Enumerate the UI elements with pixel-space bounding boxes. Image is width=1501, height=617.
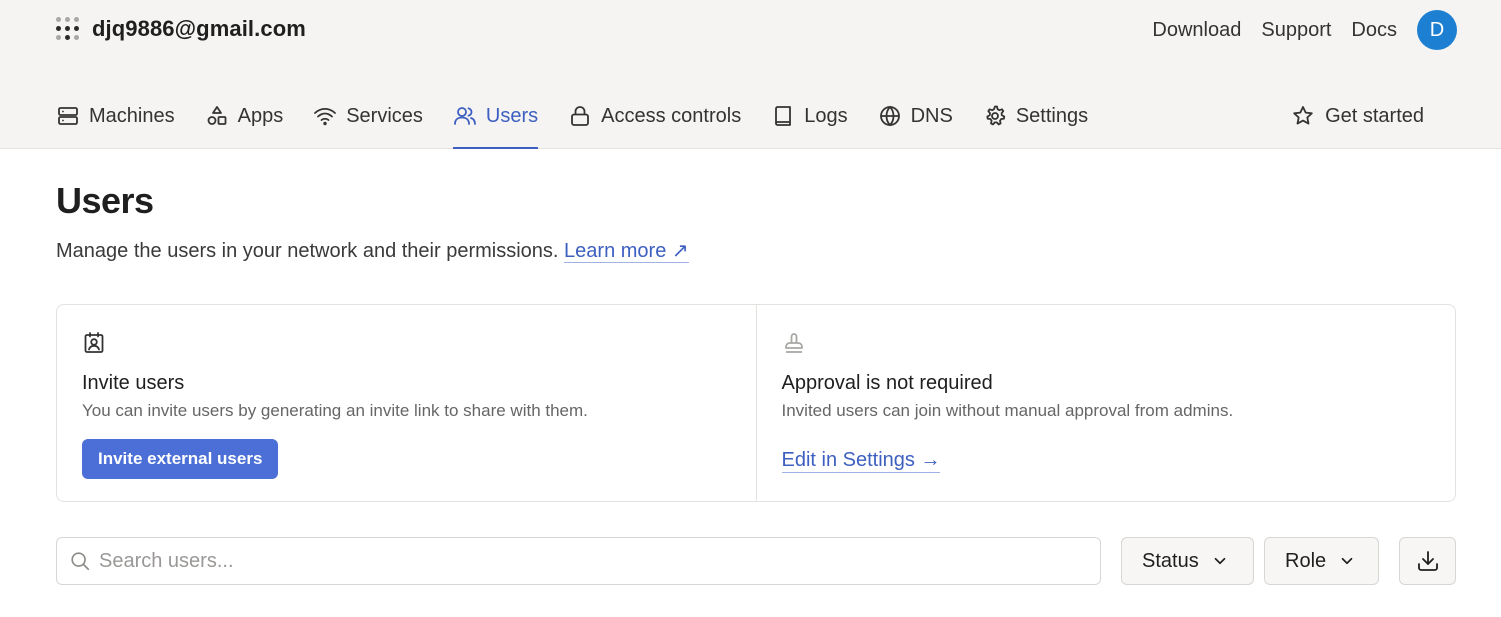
book-icon (775, 106, 792, 126)
nav-item-dns[interactable]: DNS (878, 97, 953, 149)
info-cards: Invite users You can invite users by gen… (56, 304, 1456, 502)
approval-text: Invited users can join without manual ap… (781, 401, 1234, 420)
get-started-button[interactable]: Get started (1291, 97, 1424, 135)
nav-item-logs[interactable]: Logs (771, 97, 848, 149)
account-email: djq9886@gmail.com (92, 16, 306, 41)
tailscale-logo-icon (56, 17, 80, 41)
users-toolbar: Status Role (56, 537, 1456, 585)
download-icon (1417, 551, 1438, 571)
approval-card: Approval is not required Invited users c… (755, 305, 1456, 501)
account-switcher[interactable]: djq9886@gmail.com (56, 16, 306, 42)
nav-label: Services (346, 104, 423, 127)
search-icon (71, 552, 90, 571)
get-started-label: Get started (1325, 104, 1424, 127)
nav-label: Users (485, 104, 539, 127)
nav-label: Logs (804, 104, 848, 127)
status-filter-label: Status (1142, 549, 1199, 572)
star-icon (1293, 106, 1313, 125)
globe-icon (879, 105, 900, 127)
nav-label: Access controls (601, 104, 742, 127)
lock-icon (571, 106, 590, 126)
learn-more-link[interactable]: Learn more ↗ (564, 240, 689, 263)
nav-label: Machines (89, 104, 175, 127)
invite-users-card: Invite users You can invite users by gen… (57, 305, 756, 501)
server-icon (58, 107, 78, 125)
chevron-down-icon (1341, 557, 1353, 565)
nav-item-apps[interactable]: Apps (205, 97, 284, 149)
description-text: Manage the users in your network and the… (56, 240, 559, 262)
export-download-button[interactable] (1399, 537, 1456, 585)
users-icon (454, 107, 476, 125)
nav-item-services[interactable]: Services (313, 97, 423, 149)
invite-users-title: Invite users (82, 372, 185, 394)
edit-in-settings-link[interactable]: Edit in Settings → (781, 449, 941, 473)
contact-badge-icon (84, 332, 104, 353)
nav-item-machines[interactable]: Machines (56, 97, 175, 149)
top-header: djq9886@gmail.com Download Support Docs … (0, 0, 1501, 149)
nav-label: DNS (910, 104, 953, 127)
search-box[interactable] (56, 537, 1101, 585)
page-description: Manage the users in your network and the… (56, 238, 689, 263)
wifi-icon (314, 107, 337, 126)
docs-link[interactable]: Docs (1351, 19, 1397, 42)
search-input[interactable] (99, 549, 999, 573)
apps-icon (207, 106, 227, 125)
approval-title: Approval is not required (781, 372, 993, 394)
nav-item-users[interactable]: Users (452, 97, 539, 149)
nav-label: Settings (1015, 104, 1089, 127)
role-filter-dropdown[interactable]: Role (1264, 537, 1379, 585)
support-link[interactable]: Support (1261, 19, 1331, 42)
nav-label: Apps (237, 104, 284, 127)
download-link[interactable]: Download (1152, 19, 1241, 42)
main-nav: Machines Apps Services Users Access cont… (56, 97, 1118, 149)
invite-users-text: You can invite users by generating an in… (82, 401, 588, 420)
top-links: Download Support Docs D (1152, 10, 1457, 50)
stamp-icon (784, 333, 803, 353)
nav-item-access-controls[interactable]: Access controls (568, 97, 741, 149)
role-filter-label: Role (1285, 549, 1327, 572)
chevron-down-icon (1214, 557, 1226, 565)
page-title: Users (56, 180, 154, 221)
invite-external-users-button[interactable]: Invite external users (82, 439, 279, 479)
status-filter-dropdown[interactable]: Status (1121, 537, 1254, 585)
nav-item-settings[interactable]: Settings (983, 97, 1088, 149)
gear-icon (986, 105, 1006, 126)
avatar[interactable]: D (1417, 10, 1457, 50)
